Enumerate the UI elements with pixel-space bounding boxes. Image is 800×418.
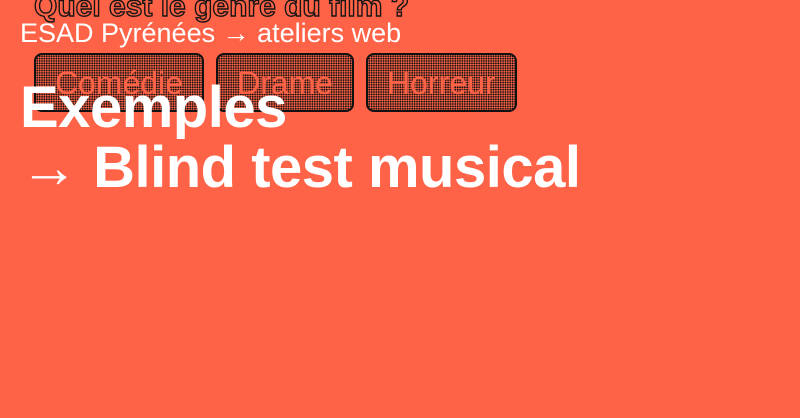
page-title: Exemples → Blind test musical bbox=[20, 75, 581, 200]
title-line-1: Exemples bbox=[20, 75, 287, 140]
page: Quel est le genre du film ? Comédie Dram… bbox=[0, 0, 800, 418]
breadcrumb[interactable]: ESAD Pyrénées → ateliers web bbox=[20, 20, 401, 47]
title-line-2: → Blind test musical bbox=[20, 135, 581, 200]
